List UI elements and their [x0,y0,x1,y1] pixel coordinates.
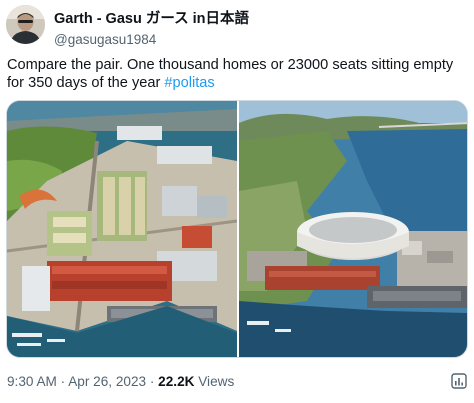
tweet-date[interactable]: Apr 26, 2023 [68,374,146,389]
tweet-author: Garth - Gasu ガース in日本語 @gasugasu1984 [54,7,249,47]
avatar[interactable] [6,5,45,44]
display-name[interactable]: Garth - Gasu ガース in日本語 [54,7,249,28]
analytics-icon[interactable] [451,373,467,389]
media-photos [7,101,468,358]
tweet-time[interactable]: 9:30 AM [7,374,57,389]
meta-separator: · [56,374,69,389]
photo-housing-development[interactable] [7,101,238,358]
user-handle[interactable]: @gasugasu1984 [54,32,249,47]
avatar-image [6,5,45,44]
views-label: Views [194,374,235,389]
tweet-text: Compare the pair. One thousand homes or … [7,56,467,92]
hashtag-link[interactable]: #politas [164,75,214,91]
tweet-meta: 9:30 AM · Apr 26, 2023 · 22.2K Views [7,374,234,389]
tweet-card: Garth - Gasu ガース in日本語 @gasugasu1984 Com… [0,0,474,403]
tweet-text-main: Compare the pair. One thousand homes or … [7,57,454,91]
meta-separator: · [146,374,159,389]
views-count: 22.2K [158,374,195,389]
tweet-media[interactable] [6,100,468,358]
photo-stadium[interactable] [239,101,468,358]
